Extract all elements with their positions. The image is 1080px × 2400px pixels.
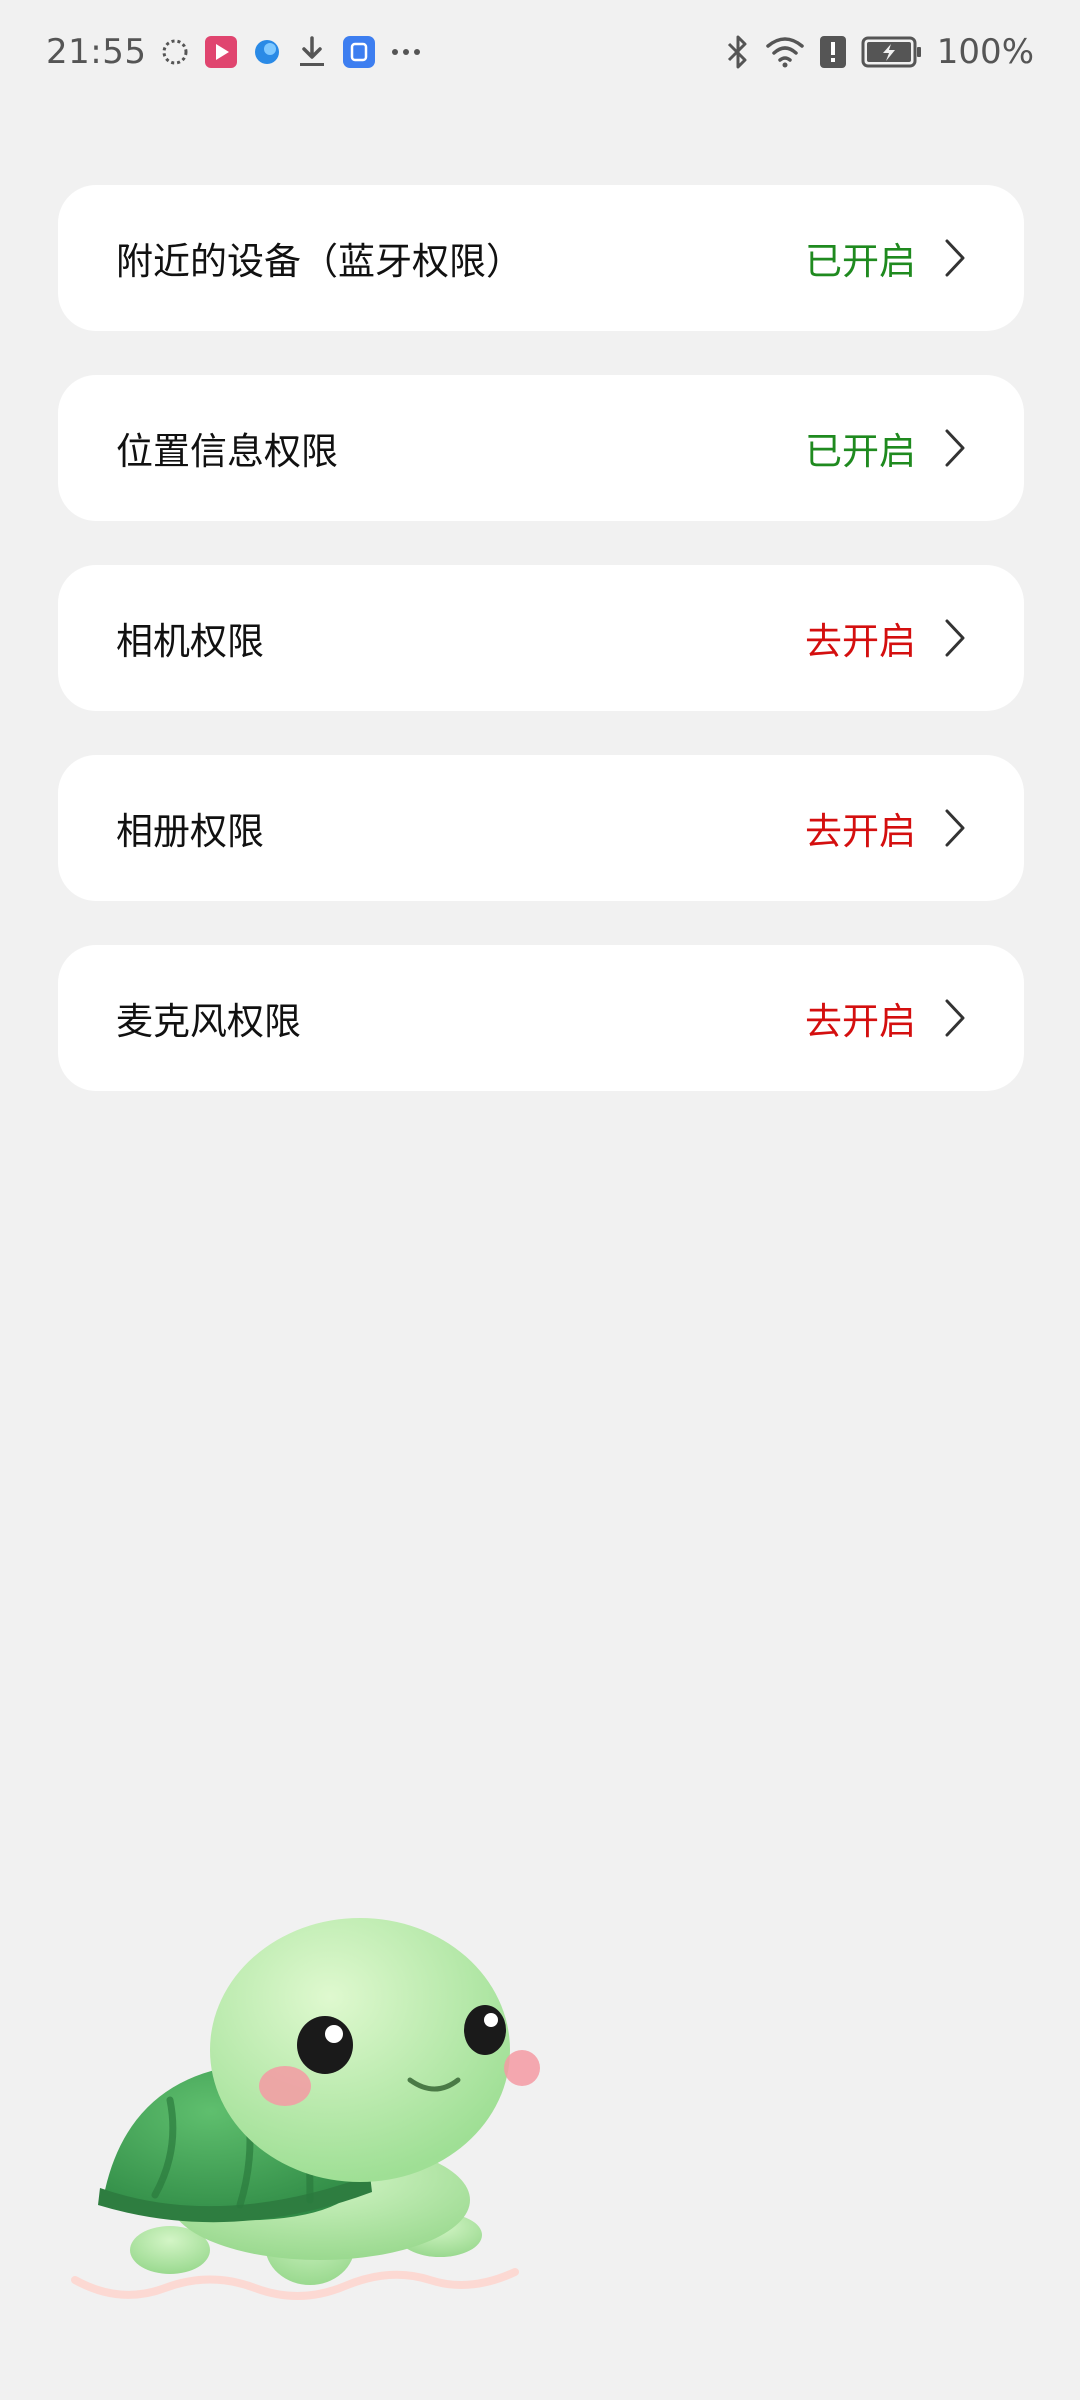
permission-list: 附近的设备（蓝牙权限） 已开启 位置信息权限 已开启 相机权限 去开启 相册权限… xyxy=(58,185,1024,1135)
battery-percentage: 100% xyxy=(936,32,1034,72)
video-app-icon xyxy=(204,35,238,69)
permission-item-album[interactable]: 相册权限 去开启 xyxy=(58,755,1024,901)
permission-action[interactable]: 已开启 xyxy=(805,231,966,285)
turtle-mascot-illustration xyxy=(71,1918,540,2300)
permission-title: 相册权限 xyxy=(116,810,264,853)
permission-status[interactable]: 已开启 xyxy=(805,421,916,475)
permission-item-location[interactable]: 位置信息权限 已开启 xyxy=(58,375,1024,521)
permission-status[interactable]: 去开启 xyxy=(805,991,916,1045)
chevron-right-icon xyxy=(945,429,965,467)
permission-title: 麦克风权限 xyxy=(116,1000,301,1043)
chevron-right-icon xyxy=(945,619,965,657)
chevron-right-icon xyxy=(945,239,965,277)
permission-item-microphone[interactable]: 麦克风权限 去开启 xyxy=(58,945,1024,1091)
wallet-icon xyxy=(342,35,376,69)
status-bar: 21:55 100% xyxy=(0,0,1080,104)
status-bar-right: 100% xyxy=(725,32,1034,72)
permission-item-bluetooth[interactable]: 附近的设备（蓝牙权限） 已开启 xyxy=(58,185,1024,331)
permission-action[interactable]: 去开启 xyxy=(805,991,966,1045)
permission-action[interactable]: 去开启 xyxy=(805,801,966,855)
permission-action[interactable]: 已开启 xyxy=(805,421,966,475)
bluetooth-icon xyxy=(725,34,751,70)
chevron-right-icon xyxy=(945,809,965,847)
download-icon xyxy=(296,35,328,69)
chevron-right-icon xyxy=(945,999,965,1037)
permission-status[interactable]: 去开启 xyxy=(805,801,916,855)
permission-status[interactable]: 去开启 xyxy=(805,611,916,665)
wifi-icon xyxy=(765,35,805,69)
browser-icon xyxy=(252,37,282,67)
permission-status[interactable]: 已开启 xyxy=(805,231,916,285)
permission-action[interactable]: 去开启 xyxy=(805,611,966,665)
permission-title: 附近的设备（蓝牙权限） xyxy=(116,240,523,283)
permission-title: 位置信息权限 xyxy=(116,430,338,473)
more-dots-icon xyxy=(390,47,422,57)
clock: 21:55 xyxy=(46,32,147,72)
status-bar-left: 21:55 xyxy=(46,32,422,72)
loading-icon xyxy=(160,37,190,67)
permission-item-camera[interactable]: 相机权限 去开启 xyxy=(58,565,1024,711)
battery-icon xyxy=(861,35,923,69)
permission-title: 相机权限 xyxy=(116,620,264,663)
alert-icon xyxy=(819,35,847,69)
